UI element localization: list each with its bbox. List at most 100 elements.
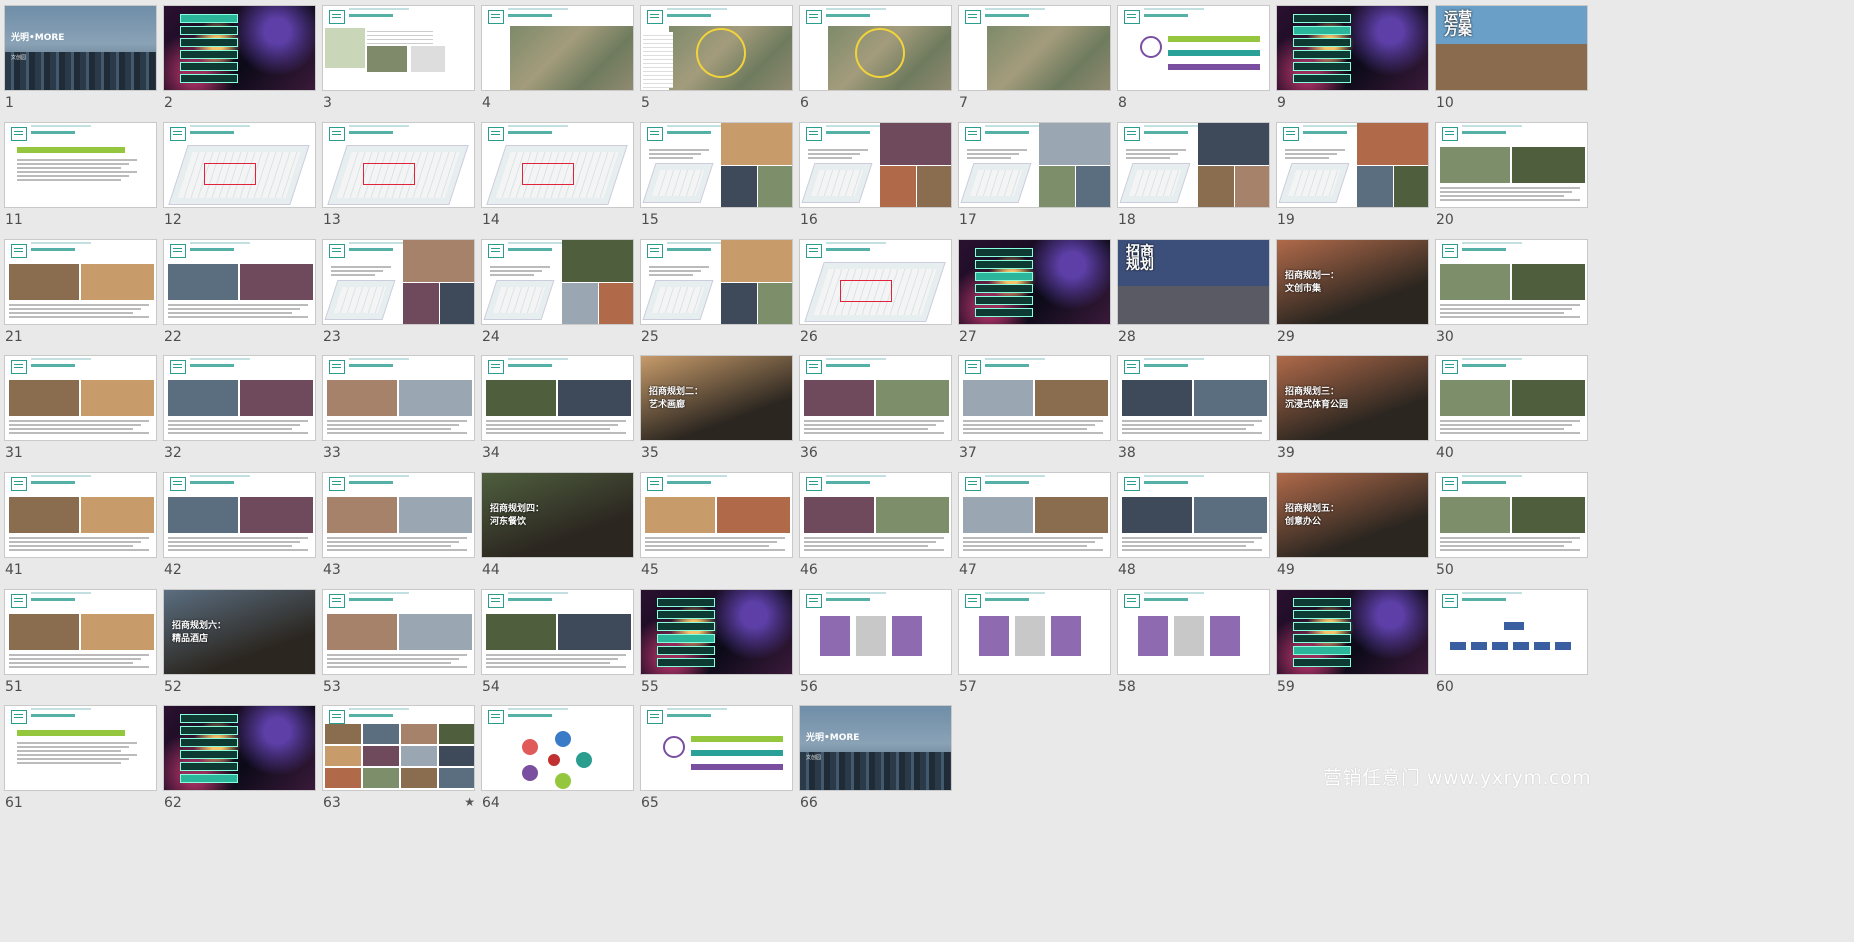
slide-thumbnail[interactable]: 19 [1276, 122, 1431, 228]
menu-list [180, 714, 238, 786]
menu-list [180, 14, 238, 86]
slide-thumbnail[interactable]: 12 [163, 122, 318, 228]
slide-thumbnail[interactable]: 2 [163, 5, 318, 111]
text-line [963, 424, 1095, 426]
text-line [9, 545, 133, 547]
slide-thumbnail[interactable]: 光明•MORE 文创园 1 [4, 5, 159, 111]
header-line [508, 358, 568, 360]
text-line [1440, 195, 1564, 197]
slide-thumbnail[interactable]: 招商规划一： 文创市集 29 [1276, 239, 1431, 345]
menu-item [657, 622, 715, 631]
slide-thumbnail[interactable]: 56 [799, 589, 954, 695]
slide-photo [1357, 166, 1393, 207]
slide-thumbnail[interactable]: 16 [799, 122, 954, 228]
slide-thumbnail[interactable]: 5 [640, 5, 795, 111]
slide-thumbnail[interactable]: 7 [958, 5, 1113, 111]
text-line [9, 316, 149, 318]
slide-thumbnail[interactable]: 31 [4, 355, 159, 461]
slide-heading [985, 481, 1029, 484]
slide-thumbnail[interactable]: 34 [481, 355, 636, 461]
slide-preview [640, 239, 793, 325]
slide-thumbnail[interactable]: 20 [1435, 122, 1590, 228]
text-line [649, 153, 701, 155]
bar-teal [1168, 50, 1260, 56]
slide-preview: 招商 规划 [1117, 239, 1270, 325]
slide-thumbnail[interactable]: 50 [1435, 472, 1590, 578]
slide-preview: 光明•MORE 文创园 [799, 705, 952, 791]
slide-thumbnail[interactable]: 招商规划五： 创意办公 49 [1276, 472, 1431, 578]
slide-thumbnail[interactable]: 32 [163, 355, 318, 461]
slide-thumbnail[interactable]: 65 [640, 705, 795, 811]
slide-heading [349, 131, 393, 134]
menu-item [1293, 646, 1351, 655]
slide-thumbnail[interactable]: 41 [4, 472, 159, 578]
slide-thumbnail[interactable]: 60 [1435, 589, 1590, 695]
slide-thumbnail[interactable]: 36 [799, 355, 954, 461]
slide-thumbnail[interactable]: 光明•MORE 文创园 66 [799, 705, 954, 811]
slide-thumbnail[interactable]: 15 [640, 122, 795, 228]
slide-thumbnail[interactable]: 22 [163, 239, 318, 345]
text-line [17, 754, 137, 756]
slide-thumbnail[interactable]: 25 [640, 239, 795, 345]
slide-thumbnail[interactable]: 53 [322, 589, 477, 695]
slide-thumbnail[interactable]: 54 [481, 589, 636, 695]
slide-thumbnail[interactable]: 27 [958, 239, 1113, 345]
slide-thumbnail[interactable]: 64 [481, 705, 636, 811]
slide-thumbnail[interactable]: 招商规划六： 精品酒店 52 [163, 589, 318, 695]
slide-thumbnail[interactable]: 17 [958, 122, 1113, 228]
header-icon [965, 594, 981, 608]
slide-thumbnail[interactable]: 48 [1117, 472, 1272, 578]
slide-thumbnail[interactable]: 40 [1435, 355, 1590, 461]
text-line [1440, 308, 1572, 310]
slide-heading [667, 714, 711, 717]
slide-thumbnail[interactable]: 61 [4, 705, 159, 811]
slide-photo [1440, 147, 1510, 183]
slide-thumbnail[interactable]: 13 [322, 122, 477, 228]
slide-thumbnail[interactable]: 4 [481, 5, 636, 111]
slide-heading [190, 364, 234, 367]
slide-thumbnail[interactable]: 45 [640, 472, 795, 578]
slide-thumbnail[interactable]: 运营 方案 10 [1435, 5, 1590, 111]
slide-thumbnail[interactable]: 43 [322, 472, 477, 578]
slide-thumbnail[interactable]: 47 [958, 472, 1113, 578]
slide-thumbnail[interactable]: 24 [481, 239, 636, 345]
slide-thumbnail[interactable]: 招商规划四： 河东餐饮 44 [481, 472, 636, 578]
slide-thumbnail[interactable]: 58 [1117, 589, 1272, 695]
slide-thumbnail[interactable]: 46 [799, 472, 954, 578]
slide-preview [322, 122, 475, 208]
slide-thumbnail[interactable]: 18 [1117, 122, 1272, 228]
slide-thumbnail[interactable]: 51 [4, 589, 159, 695]
slide-thumbnail[interactable]: 14 [481, 122, 636, 228]
slide-thumbnail[interactable]: 招商 规划 28 [1117, 239, 1272, 345]
slide-thumbnail[interactable]: 33 [322, 355, 477, 461]
slide-photo [440, 283, 474, 324]
text-line [327, 658, 459, 660]
slide-thumbnail[interactable]: 55 [640, 589, 795, 695]
slide-thumbnail[interactable]: 招商规划二： 艺术画廊 35 [640, 355, 795, 461]
text-line [168, 420, 308, 422]
slide-thumbnail[interactable]: 57 [958, 589, 1113, 695]
slide-thumbnail[interactable]: 63 ★ [322, 705, 477, 811]
slide-thumbnail[interactable]: 招商规划三： 沉浸式体育公园 39 [1276, 355, 1431, 461]
header-line [1144, 592, 1204, 594]
text-line [9, 304, 149, 306]
slide-thumbnail[interactable]: 38 [1117, 355, 1272, 461]
slide-thumbnail[interactable]: 62 [163, 705, 318, 811]
slide-thumbnail[interactable]: 30 [1435, 239, 1590, 345]
slide-thumbnail[interactable]: 42 [163, 472, 318, 578]
slide-heading [1144, 598, 1188, 601]
slide-preview [322, 355, 475, 441]
slide-thumbnail[interactable]: 8 [1117, 5, 1272, 111]
slide-thumbnail[interactable]: 21 [4, 239, 159, 345]
header-line [1462, 475, 1522, 477]
slide-thumbnail[interactable]: 37 [958, 355, 1113, 461]
header-icon [1442, 360, 1458, 374]
slide-thumbnail[interactable]: 9 [1276, 5, 1431, 111]
slide-photo [721, 123, 792, 165]
slide-thumbnail[interactable]: 59 [1276, 589, 1431, 695]
slide-thumbnail[interactable]: 3 [322, 5, 477, 111]
slide-thumbnail[interactable]: 23 [322, 239, 477, 345]
slide-thumbnail[interactable]: 11 [4, 122, 159, 228]
slide-thumbnail[interactable]: 6 [799, 5, 954, 111]
slide-thumbnail[interactable]: 26 [799, 239, 954, 345]
